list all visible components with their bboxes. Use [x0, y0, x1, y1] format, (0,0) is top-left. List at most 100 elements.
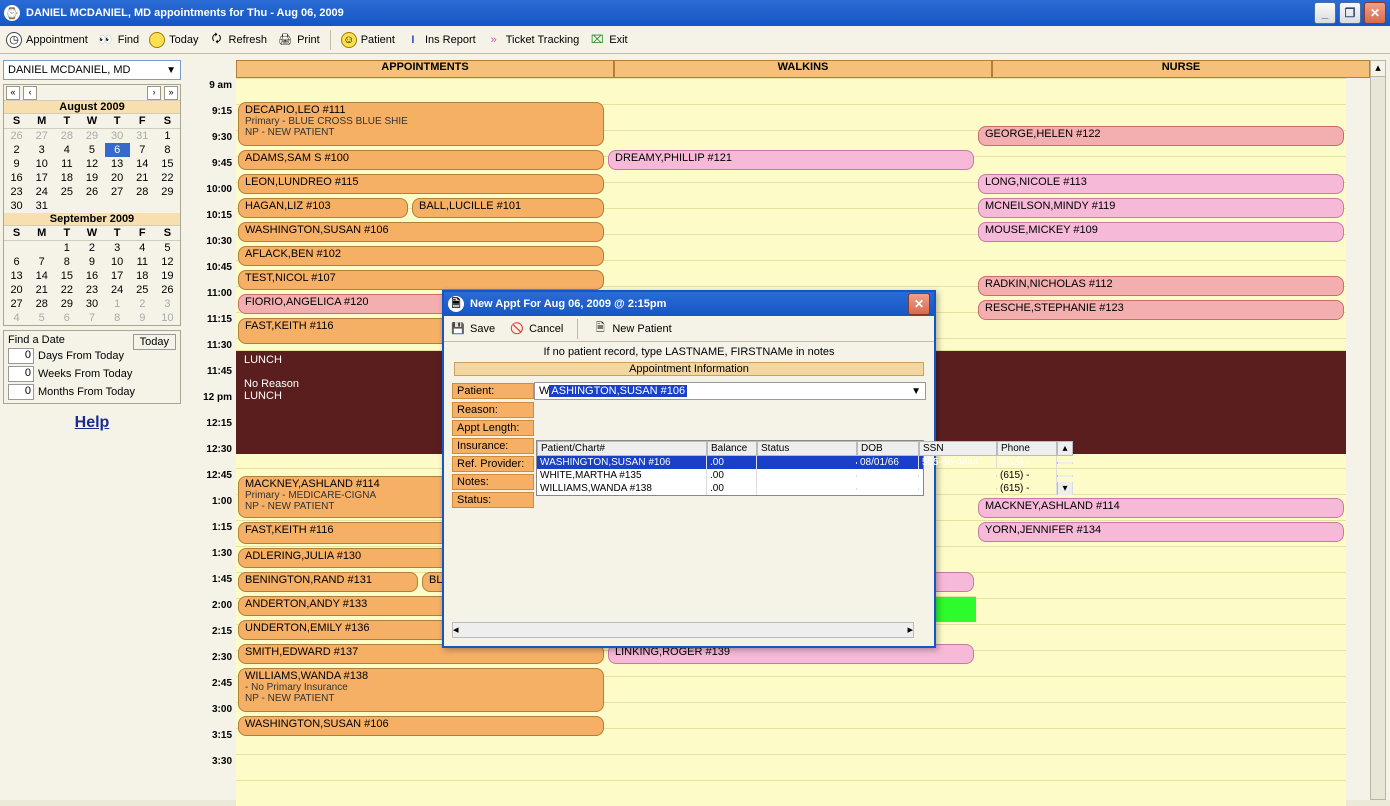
- calendar-day[interactable]: 2: [4, 143, 29, 157]
- ins-report-button[interactable]: I Ins Report: [405, 32, 476, 48]
- calendar-day[interactable]: 21: [130, 171, 155, 185]
- calendar-day[interactable]: 16: [4, 171, 29, 185]
- calendar-day[interactable]: 7: [130, 143, 155, 157]
- time-slot[interactable]: [976, 650, 1346, 676]
- time-slot[interactable]: [236, 78, 606, 104]
- calendar-day[interactable]: 6: [4, 255, 29, 269]
- cal-next-year[interactable]: »: [164, 86, 178, 100]
- time-slot[interactable]: [976, 546, 1346, 572]
- calendar-day-dim[interactable]: 9: [130, 311, 155, 325]
- calendar-day[interactable]: 9: [4, 157, 29, 171]
- calendar-day[interactable]: 1: [54, 241, 79, 255]
- calendar-day[interactable]: 2: [79, 241, 104, 255]
- time-slot[interactable]: [606, 234, 976, 260]
- calendar-day[interactable]: 11: [54, 157, 79, 171]
- calendar-day[interactable]: 12: [79, 157, 104, 171]
- time-slot[interactable]: [606, 260, 976, 286]
- calendar-day[interactable]: 26: [155, 283, 180, 297]
- time-slot[interactable]: [236, 754, 606, 780]
- calendar-day-dim[interactable]: 8: [105, 311, 130, 325]
- calendar-day[interactable]: 28: [130, 185, 155, 199]
- appointment-item[interactable]: MOUSE,MICKEY #109: [978, 222, 1344, 242]
- calendar-day[interactable]: 29: [155, 185, 180, 199]
- time-slot[interactable]: [606, 676, 976, 702]
- appointment-item[interactable]: GEORGE,HELEN #122: [978, 126, 1344, 146]
- appointment-item[interactable]: WASHINGTON,SUSAN #106: [238, 716, 604, 736]
- calendar-day-dim[interactable]: 29: [79, 129, 104, 143]
- appointment-item[interactable]: WASHINGTON,SUSAN #106: [238, 222, 604, 242]
- calendar-day[interactable]: 19: [155, 269, 180, 283]
- grid-scrollbar-track[interactable]: [1057, 462, 1073, 464]
- time-slot[interactable]: [236, 780, 606, 806]
- calendar-day[interactable]: 20: [4, 283, 29, 297]
- calendar-day[interactable]: 11: [130, 255, 155, 269]
- calendar-day[interactable]: 30: [79, 297, 104, 311]
- calendar-day[interactable]: 6: [105, 143, 130, 157]
- calendar-day[interactable]: 3: [29, 143, 54, 157]
- appointment-item[interactable]: RESCHE,STEPHANIE #123: [978, 300, 1344, 320]
- calendar-day[interactable]: 14: [130, 157, 155, 171]
- patient-lookup-grid[interactable]: Patient/Chart#BalanceStatusDOBSSNPhone▴ …: [536, 440, 924, 496]
- appointment-item[interactable]: WILLIAMS,WANDA #138- No Primary Insuranc…: [238, 668, 604, 712]
- exit-button[interactable]: ⌧ Exit: [589, 32, 627, 48]
- find-button[interactable]: 👀 Find: [98, 32, 139, 48]
- patient-button[interactable]: ☺ Patient: [341, 32, 395, 48]
- calendar-day[interactable]: 13: [4, 269, 29, 283]
- time-slot[interactable]: [606, 702, 976, 728]
- calendar-day[interactable]: 31: [29, 199, 54, 213]
- calendar-day[interactable]: 16: [79, 269, 104, 283]
- calendar-day[interactable]: 1: [155, 129, 180, 143]
- calendar-day-dim[interactable]: 30: [105, 129, 130, 143]
- time-slot[interactable]: [606, 780, 976, 806]
- appointment-item[interactable]: MCNEILSON,MINDY #119: [978, 198, 1344, 218]
- calendar-day[interactable]: 25: [130, 283, 155, 297]
- calendar-day-dim[interactable]: 28: [54, 129, 79, 143]
- find-date-number[interactable]: 0: [8, 366, 34, 382]
- dialog-close-button[interactable]: ✕: [908, 293, 930, 315]
- calendar-day[interactable]: 24: [105, 283, 130, 297]
- appointment-item[interactable]: LEON,LUNDREO #115: [238, 174, 604, 194]
- calendar-day-dim[interactable]: 3: [155, 297, 180, 311]
- calendar-day[interactable]: 21: [29, 283, 54, 297]
- calendar-day[interactable]: 3: [105, 241, 130, 255]
- appointment-item[interactable]: BALL,LUCILLE #101: [412, 198, 604, 218]
- help-link[interactable]: Help: [75, 414, 110, 432]
- appointment-item[interactable]: DREAMY,PHILLIP #121: [608, 150, 974, 170]
- time-slot[interactable]: [976, 754, 1346, 780]
- calendar-day[interactable]: 23: [79, 283, 104, 297]
- calendar-day-dim[interactable]: 31: [130, 129, 155, 143]
- calendar-day-dim[interactable]: 10: [155, 311, 180, 325]
- grid-row[interactable]: WILLIAMS,WANDA #138.00(615) -▾: [537, 482, 923, 495]
- appointment-item[interactable]: DECAPIO,LEO #111Primary - BLUE CROSS BLU…: [238, 102, 604, 146]
- calendar-day[interactable]: 4: [130, 241, 155, 255]
- appointment-button[interactable]: ◷ Appointment: [6, 32, 88, 48]
- calendar-day[interactable]: 10: [105, 255, 130, 269]
- grid-row[interactable]: WHITE,MARTHA #135.00(615) -: [537, 469, 923, 482]
- find-date-number[interactable]: 0: [8, 384, 34, 400]
- nurse-column[interactable]: GEORGE,HELEN #122 LONG,NICOLE #113 MCNEILS…: [976, 78, 1346, 800]
- time-slot[interactable]: [606, 78, 976, 104]
- calendar-day[interactable]: 15: [54, 269, 79, 283]
- grid-scroll-down[interactable]: ▾: [1057, 482, 1073, 495]
- refresh-button[interactable]: 🗘 Refresh: [209, 32, 268, 48]
- appointment-item[interactable]: AFLACK,BEN #102: [238, 246, 604, 266]
- calendar-day-dim[interactable]: 5: [29, 311, 54, 325]
- print-button[interactable]: 🖨 Print: [277, 32, 320, 48]
- grid-header[interactable]: Phone: [997, 441, 1057, 456]
- calendar-day[interactable]: 27: [4, 297, 29, 311]
- grid-scrollbar-track[interactable]: [1057, 475, 1073, 477]
- grid-header[interactable]: DOB: [857, 441, 919, 456]
- find-date-number[interactable]: 0: [8, 348, 34, 364]
- calendar-day[interactable]: 14: [29, 269, 54, 283]
- calendar-day[interactable]: 7: [29, 255, 54, 269]
- appointment-item[interactable]: RADKIN,NICHOLAS #112: [978, 276, 1344, 296]
- save-button[interactable]: 💾 Save: [450, 321, 495, 337]
- calendar-day[interactable]: 29: [54, 297, 79, 311]
- calendar-day[interactable]: 17: [105, 269, 130, 283]
- calendar-day[interactable]: 8: [54, 255, 79, 269]
- cal-prev-year[interactable]: «: [6, 86, 20, 100]
- time-slot[interactable]: [606, 728, 976, 754]
- calendar-day[interactable]: 22: [54, 283, 79, 297]
- calendar-day[interactable]: 25: [54, 185, 79, 199]
- appointment-item[interactable]: LONG,NICOLE #113: [978, 174, 1344, 194]
